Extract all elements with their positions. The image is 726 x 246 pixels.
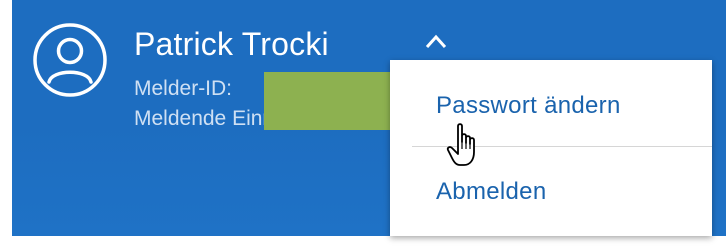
hand-pointer-cursor-icon [446, 123, 475, 166]
user-dropdown-menu: Passwort ändern Abmelden [390, 60, 712, 236]
logout-label: Abmelden [436, 178, 547, 205]
redaction-box [264, 72, 395, 130]
user-name: Patrick Trocki [134, 26, 329, 62]
melder-id-label: Melder-ID: [134, 77, 233, 100]
logout-menu-item[interactable]: Abmelden [390, 152, 712, 232]
change-password-label: Passwort ändern [436, 92, 621, 119]
change-password-menu-item[interactable]: Passwort ändern [390, 66, 712, 146]
avatar-icon[interactable] [32, 22, 108, 98]
chevron-up-icon[interactable] [424, 32, 448, 50]
